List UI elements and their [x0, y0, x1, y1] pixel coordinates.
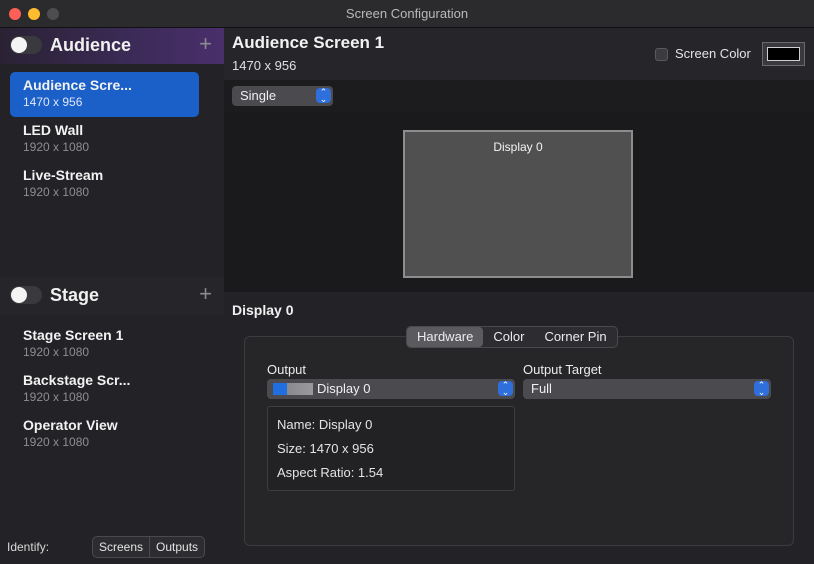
identify-screens-button[interactable]: Screens — [93, 537, 149, 557]
screen-resolution: 1920 x 1080 — [23, 140, 90, 154]
screen-name: Stage Screen 1 — [23, 327, 124, 343]
display-thumbnail-icon — [273, 383, 313, 395]
chevron-updown-icon: ⌃ ⌄ — [498, 381, 513, 397]
screen-name: Backstage Scr... — [23, 372, 131, 388]
screen-item-audience-screen-1[interactable]: Audience Scre... 1470 x 956 — [10, 72, 199, 117]
stage-section-title: Stage — [50, 285, 100, 305]
stage-section-header: Stage + — [0, 278, 224, 314]
screen-header: Audience Screen 1 1470 x 956 Screen Colo… — [224, 28, 814, 80]
screen-name: Operator View — [23, 417, 118, 433]
screen-item-backstage-screen[interactable]: Backstage Scr... 1920 x 1080 — [10, 367, 199, 412]
sidebar: Audience + Audience Scre... 1470 x 956 L… — [0, 28, 224, 564]
display-settings-tabs: Hardware Color Corner Pin — [406, 326, 618, 348]
display-detail-title: Display 0 — [232, 302, 294, 318]
screen-resolution: 1920 x 1080 — [23, 390, 90, 404]
chevron-updown-icon: ⌃ ⌄ — [316, 88, 331, 104]
identify-outputs-button[interactable]: Outputs — [149, 537, 204, 557]
output-target-popup[interactable]: Full ⌃ ⌄ — [523, 379, 771, 399]
audience-section-title: Audience — [50, 35, 132, 55]
screen-color-label: Screen Color — [675, 46, 751, 61]
color-swatch — [767, 47, 800, 61]
layout-toolbar: Single ⌃ ⌄ — [224, 80, 814, 112]
screen-item-stage-screen-1[interactable]: Stage Screen 1 1920 x 1080 — [10, 322, 199, 367]
add-audience-screen-button[interactable]: + — [199, 31, 212, 57]
screen-resolution: 1920 x 1080 — [23, 435, 90, 449]
output-label: Output — [267, 362, 307, 377]
tab-corner-pin[interactable]: Corner Pin — [534, 327, 616, 347]
screen-name: LED Wall — [23, 122, 84, 138]
screen-name: Audience Scre... — [23, 77, 132, 93]
screen-item-operator-view[interactable]: Operator View 1920 x 1080 — [10, 412, 199, 457]
toggle-knob — [11, 287, 27, 303]
window-title: Screen Configuration — [345, 6, 469, 21]
screen-resolution: 1920 x 1080 — [23, 345, 90, 359]
screen-item-live-stream[interactable]: Live-Stream 1920 x 1080 — [10, 162, 199, 207]
identify-segmented-control: Screens Outputs — [92, 536, 206, 558]
stage-screen-list: Stage Screen 1 1920 x 1080 Backstage Scr… — [0, 322, 224, 457]
output-info-size: Size: 1470 x 956 — [277, 441, 374, 456]
output-info-box: Name: Display 0 Size: 1470 x 956 Aspect … — [267, 406, 515, 491]
output-popup[interactable]: Display 0 ⌃ ⌄ — [267, 379, 515, 399]
stage-toggle[interactable] — [10, 286, 42, 304]
screen-resolution: 1470 x 956 — [23, 95, 83, 109]
output-info-name: Name: Display 0 — [277, 417, 373, 432]
chevron-updown-icon: ⌃ ⌄ — [754, 381, 769, 397]
display-preview-box[interactable]: Display 0 — [403, 130, 633, 278]
screen-item-led-wall[interactable]: LED Wall 1920 x 1080 — [10, 117, 199, 162]
screen-title: Audience Screen 1 — [232, 33, 385, 52]
output-target-label: Output Target — [523, 362, 602, 377]
layout-mode-popup[interactable]: Single ⌃ ⌄ — [232, 86, 333, 106]
output-info-aspect-ratio: Aspect Ratio: 1.54 — [277, 465, 384, 480]
audience-section-header: Audience + — [0, 28, 224, 64]
output-target-value: Full — [531, 381, 552, 396]
tab-hardware[interactable]: Hardware — [407, 327, 484, 347]
screen-color-checkbox[interactable] — [655, 48, 668, 61]
title-bar: Screen Configuration — [0, 0, 814, 28]
add-stage-screen-button[interactable]: + — [199, 281, 212, 307]
audience-toggle[interactable] — [10, 36, 42, 54]
screen-name: Live-Stream — [23, 167, 104, 183]
identify-label: Identify: — [7, 540, 50, 554]
audience-screen-list: Audience Scre... 1470 x 956 LED Wall 192… — [0, 72, 224, 207]
toggle-knob — [11, 37, 27, 53]
screen-preview-area: Display 0 — [224, 112, 814, 292]
screen-color-well[interactable] — [762, 42, 805, 66]
display-preview-label: Display 0 — [493, 140, 543, 154]
tab-color[interactable]: Color — [483, 327, 534, 347]
screen-resolution: 1920 x 1080 — [23, 185, 90, 199]
layout-mode-value: Single — [240, 88, 277, 103]
main-panel: Audience Screen 1 1470 x 956 Screen Colo… — [224, 28, 814, 564]
screen-resolution-label: 1470 x 956 — [232, 58, 297, 73]
output-value: Display 0 — [317, 381, 371, 396]
